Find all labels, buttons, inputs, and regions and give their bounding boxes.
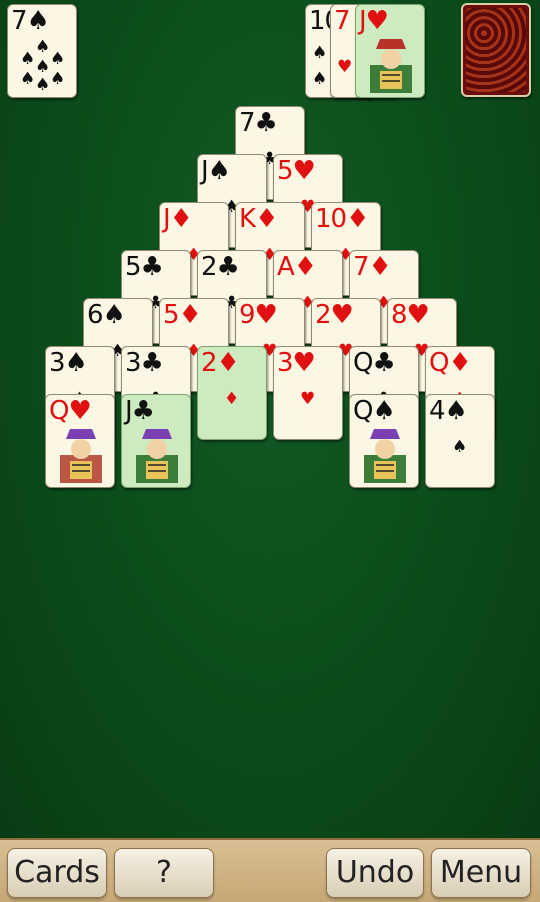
stock-pile[interactable] — [461, 3, 531, 97]
card-rank: 9♥ — [239, 300, 278, 330]
undo-button[interactable]: Undo — [326, 848, 424, 898]
pyramid-card-2-of-diamonds[interactable]: 2♦ ♦ — [197, 346, 267, 440]
waste-top-card-jack-of-hearts[interactable]: J♥ — [355, 4, 425, 98]
card-rank: 4♠ — [429, 396, 468, 426]
card-rank: 5♦ — [163, 300, 202, 330]
card-rank: 7♣ — [239, 108, 278, 138]
card-rank: J♠ — [201, 156, 231, 186]
card-rank: 5♣ — [125, 252, 164, 282]
pyramid-card-queen-of-hearts[interactable]: Q♥ — [45, 394, 115, 488]
card-rank: 3♥ — [277, 348, 316, 378]
suit-pip: ♠ — [452, 437, 468, 457]
card-rank: 7♠ — [11, 6, 50, 36]
help-button[interactable]: ? — [114, 848, 214, 898]
menu-button[interactable]: Menu — [431, 848, 531, 898]
card-rank: 2♥ — [315, 300, 354, 330]
pyramid-card-4-of-spades[interactable]: 4♠ ♠ — [425, 394, 495, 488]
game-table: 7♠ ♠ ♠ ♠ ♠ ♠ ♠ ♠ 10 ♠ ♠ 7 ♥ J♥ 7♣ ♣ J♠ ♠ 5♥ ♥… — [0, 0, 540, 838]
face-card-art — [136, 429, 178, 483]
face-card-art — [60, 429, 102, 483]
jack-face-art — [370, 39, 412, 93]
card-rank: J♥ — [359, 6, 389, 36]
card-rank: 8♥ — [391, 300, 430, 330]
card-rank: 3♠ — [49, 348, 88, 378]
pyramid-card-3-of-hearts[interactable]: 3♥ ♥ — [273, 346, 343, 440]
pyramid-card-jack-of-clubs[interactable]: J♣ — [121, 394, 191, 488]
stock-card-seven-of-spades[interactable]: 7♠ ♠ ♠ ♠ ♠ ♠ ♠ ♠ — [7, 4, 77, 98]
pyramid-card-queen-of-spades[interactable]: Q♠ — [349, 394, 419, 488]
card-rank: Q♠ — [353, 396, 396, 426]
card-rank: 10♦ — [315, 204, 369, 234]
card-rank: K♦ — [239, 204, 278, 234]
card-rank: J♣ — [125, 396, 155, 426]
cards-button[interactable]: Cards — [7, 848, 107, 898]
suit-pip: ♥ — [300, 389, 316, 409]
suit-pip: ♦ — [224, 389, 240, 409]
card-rank: 2♦ — [201, 348, 240, 378]
card-rank: 5♥ — [277, 156, 316, 186]
card-rank: 2♣ — [201, 252, 240, 282]
card-rank: Q♥ — [49, 396, 92, 426]
card-rank: 3♣ — [125, 348, 164, 378]
card-rank: Q♦ — [429, 348, 472, 378]
card-back-pattern — [466, 8, 526, 92]
card-rank: J♦ — [163, 204, 193, 234]
card-rank: A♦ — [277, 252, 317, 282]
card-rank: Q♣ — [353, 348, 396, 378]
face-card-art — [364, 429, 406, 483]
bottom-toolbar: Cards ? Undo Menu — [0, 838, 540, 902]
card-rank: 6♠ — [87, 300, 126, 330]
card-rank: 7♦ — [353, 252, 392, 282]
